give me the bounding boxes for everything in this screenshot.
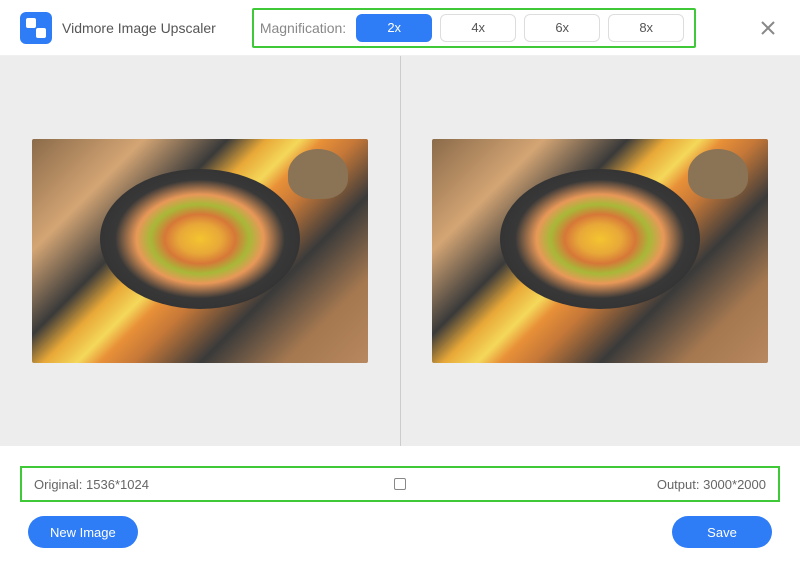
preview-area: [0, 56, 800, 446]
new-image-button[interactable]: New Image: [28, 516, 138, 548]
magnification-label: Magnification:: [260, 20, 346, 36]
compare-toggle[interactable]: [394, 478, 406, 490]
square-icon: [394, 478, 406, 490]
close-button[interactable]: [756, 16, 780, 40]
magnification-2x-button[interactable]: 2x: [356, 14, 432, 42]
app-logo-icon: [20, 12, 52, 44]
dimensions-info-bar: Original: 1536*1024 Output: 3000*2000: [20, 466, 780, 502]
close-icon: [760, 20, 776, 36]
original-image: [32, 139, 368, 363]
output-preview-pane: [401, 56, 800, 446]
magnification-8x-button[interactable]: 8x: [608, 14, 684, 42]
save-button[interactable]: Save: [672, 516, 772, 548]
magnification-6x-button[interactable]: 6x: [524, 14, 600, 42]
footer-bar: New Image Save: [0, 502, 800, 562]
magnification-buttons: 2x 4x 6x 8x: [356, 14, 684, 42]
magnification-group: Magnification: 2x 4x 6x 8x: [252, 8, 696, 48]
output-dimensions-label: Output: 3000*2000: [657, 477, 766, 492]
original-preview-pane: [0, 56, 400, 446]
magnification-4x-button[interactable]: 4x: [440, 14, 516, 42]
app-title: Vidmore Image Upscaler: [62, 20, 216, 36]
original-dimensions-label: Original: 1536*1024: [34, 477, 149, 492]
header-bar: Vidmore Image Upscaler Magnification: 2x…: [0, 0, 800, 56]
output-image: [432, 139, 768, 363]
